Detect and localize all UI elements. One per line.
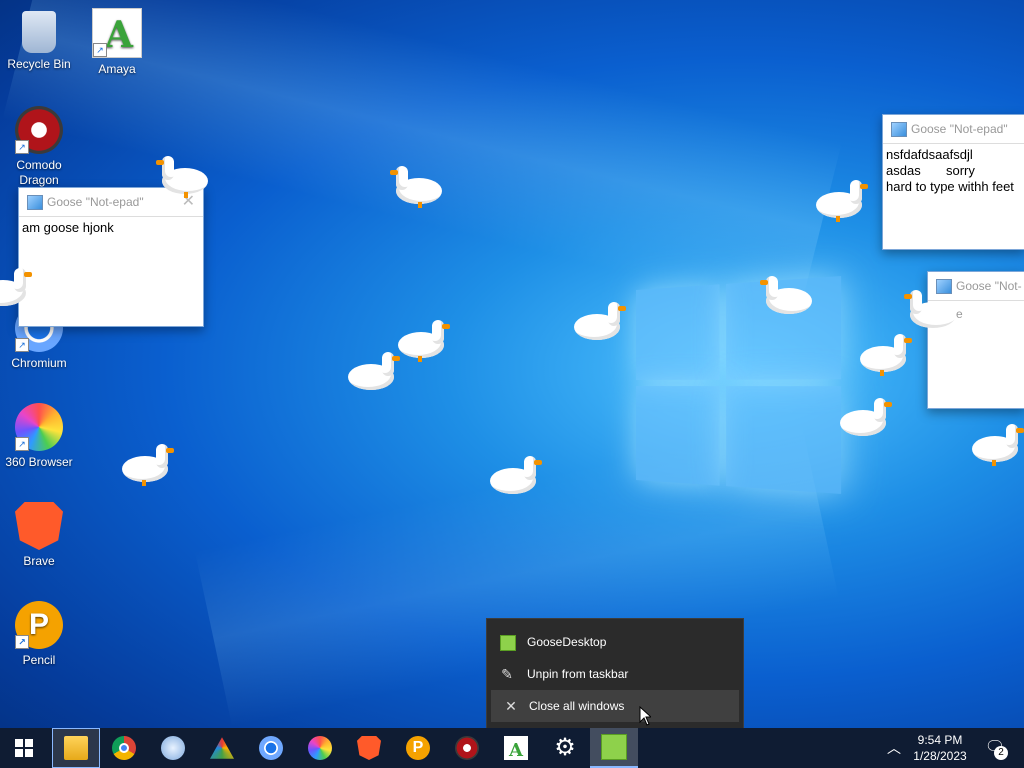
360-browser-icon: ↗ bbox=[15, 403, 63, 451]
goose-sprite bbox=[816, 180, 876, 222]
pencil-icon: P bbox=[406, 736, 430, 760]
svg-text:A: A bbox=[508, 740, 524, 760]
desktop-icon-brave[interactable]: Brave bbox=[0, 502, 78, 568]
goose-sprite bbox=[148, 156, 208, 198]
taskbar-safari[interactable] bbox=[149, 728, 197, 768]
menu-item-goosedesktop[interactable]: GooseDesktop bbox=[487, 626, 743, 658]
taskbar-jumplist-menu: GooseDesktop ✎ Unpin from taskbar ✕ Clos… bbox=[486, 618, 744, 730]
arch-icon bbox=[210, 737, 234, 759]
taskbar-brave[interactable] bbox=[345, 728, 393, 768]
clock[interactable]: 9:54 PM 1/28/2023 bbox=[905, 728, 975, 768]
taskbar-pencil[interactable]: P bbox=[394, 728, 442, 768]
desktop-icon-pencil[interactable]: P ↗ Pencil bbox=[0, 601, 78, 667]
goose-sprite bbox=[382, 166, 442, 208]
desktop-icon-recycle-bin[interactable]: Recycle Bin bbox=[0, 8, 78, 71]
taskbar-settings[interactable]: ⚙ bbox=[541, 728, 589, 768]
action-center-button[interactable]: 🗨 2 bbox=[980, 728, 1010, 768]
taskbar-chromium[interactable] bbox=[247, 728, 295, 768]
close-icon: ✕ bbox=[505, 698, 517, 714]
notification-badge: 2 bbox=[994, 746, 1008, 760]
notepad-text[interactable]: nsfdafdsaafsdjl asdas sorry hard to type… bbox=[883, 144, 1024, 198]
goose-sprite bbox=[860, 334, 920, 376]
amaya-icon: A bbox=[504, 736, 528, 761]
goose-desktop-icon bbox=[500, 635, 516, 651]
notepad-icon bbox=[891, 122, 907, 137]
taskbar-comodo-dragon[interactable] bbox=[443, 728, 491, 768]
goose-sprite bbox=[122, 444, 182, 486]
mouse-cursor bbox=[639, 706, 651, 726]
menu-item-unpin[interactable]: ✎ Unpin from taskbar bbox=[487, 658, 743, 690]
unpin-icon: ✎ bbox=[501, 666, 513, 682]
taskbar: P A ⚙ ︿ 9:54 PM 1/28/2023 🗨 2 bbox=[0, 728, 1024, 768]
taskbar-amaya[interactable]: A bbox=[492, 728, 540, 768]
show-hidden-icons-chevron[interactable]: ︿ bbox=[882, 728, 906, 768]
goose-sprite bbox=[972, 424, 1024, 466]
taskbar-360-browser[interactable] bbox=[296, 728, 344, 768]
brave-icon bbox=[15, 502, 63, 550]
goose-desktop-icon bbox=[601, 734, 627, 760]
taskbar-goose-desktop[interactable] bbox=[590, 728, 638, 768]
chrome-icon bbox=[112, 736, 136, 760]
desktop-icon-comodo-dragon[interactable]: ↗ Comodo Dragon bbox=[0, 106, 78, 188]
windows-start-icon bbox=[15, 739, 33, 757]
comodo-dragon-icon: ↗ bbox=[15, 106, 63, 154]
goose-sprite bbox=[896, 290, 956, 330]
safari-icon bbox=[161, 736, 185, 760]
folder-icon bbox=[64, 736, 88, 760]
goose-sprite bbox=[840, 398, 900, 438]
gear-icon: ⚙ bbox=[554, 734, 576, 761]
recycle-bin-icon bbox=[22, 11, 56, 53]
brave-icon bbox=[357, 736, 381, 760]
goose-notepad-window[interactable]: Goose "Not-epad" nsfdafdsaafsdjl asdas s… bbox=[882, 114, 1024, 250]
taskbar-file-explorer[interactable] bbox=[52, 728, 100, 768]
goose-sprite bbox=[752, 276, 812, 316]
comodo-dragon-icon bbox=[455, 736, 479, 760]
pencil-icon: P ↗ bbox=[15, 601, 63, 649]
menu-item-close-all-windows[interactable]: ✕ Close all windows bbox=[491, 690, 739, 722]
notepad-titlebar[interactable]: Goose "Not-epad" bbox=[883, 115, 1024, 144]
amaya-icon: A ↗ bbox=[92, 8, 142, 58]
taskbar-arch[interactable] bbox=[198, 728, 246, 768]
taskbar-chrome[interactable] bbox=[100, 728, 148, 768]
notepad-text[interactable]: am goose hjonk bbox=[19, 217, 203, 239]
goose-sprite bbox=[574, 302, 634, 342]
desktop-icon-360-browser[interactable]: ↗ 360 Browser bbox=[0, 403, 78, 469]
goose-notepad-window[interactable]: Goose "Not-epad" ✕ am goose hjonk bbox=[18, 187, 204, 327]
notepad-icon bbox=[27, 195, 43, 210]
chromium-icon bbox=[259, 736, 283, 760]
goose-sprite bbox=[348, 352, 408, 392]
goose-sprite bbox=[0, 268, 40, 308]
desktop-icon-amaya[interactable]: A ↗ Amaya bbox=[78, 8, 156, 76]
svg-text:A: A bbox=[104, 14, 134, 56]
goose-sprite bbox=[490, 456, 550, 496]
360-browser-icon bbox=[308, 736, 332, 760]
start-button[interactable] bbox=[0, 728, 48, 768]
